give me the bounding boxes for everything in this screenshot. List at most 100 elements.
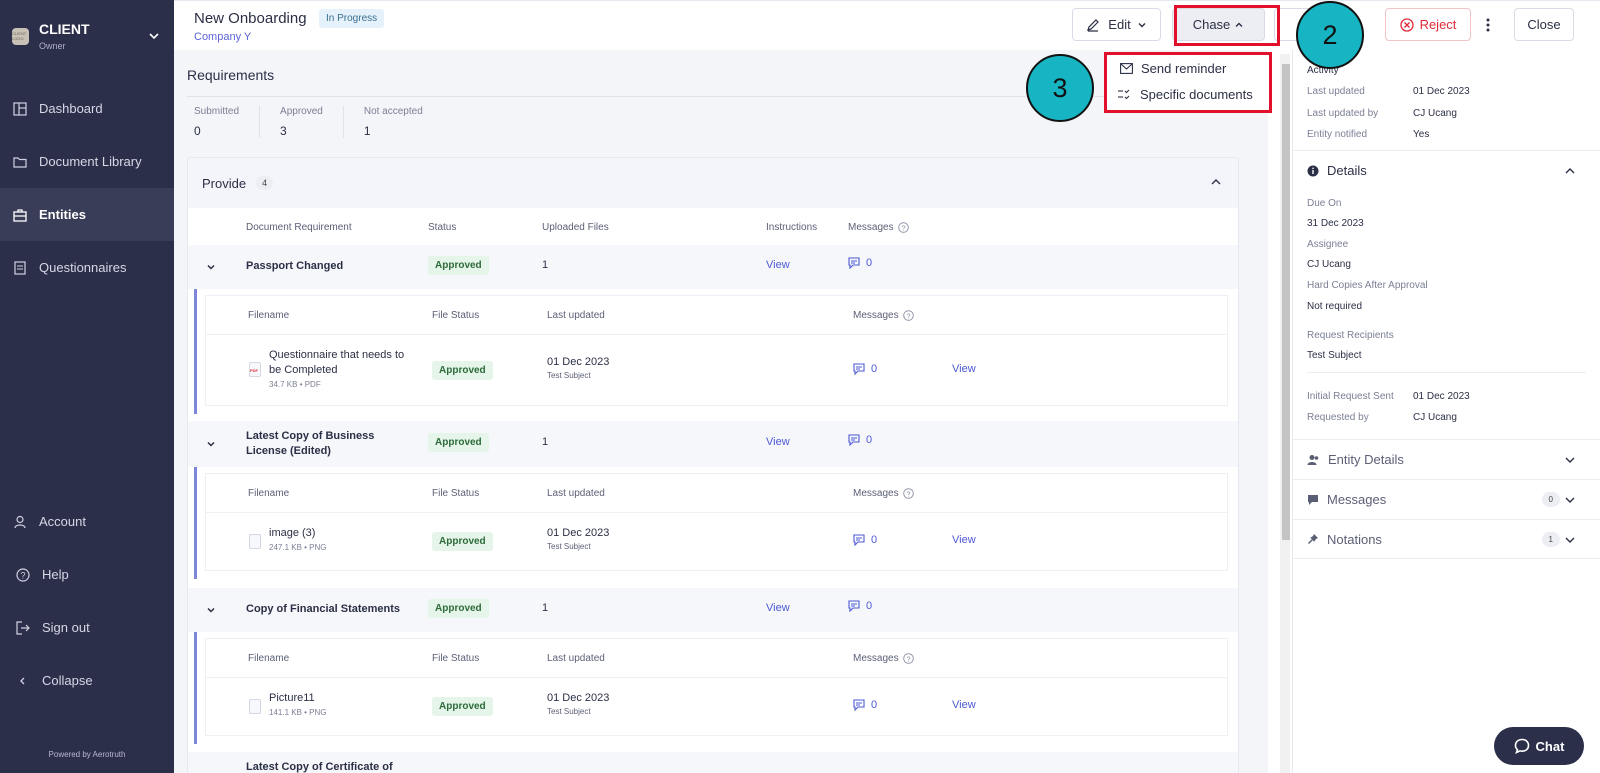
nav-entities[interactable]: Entities (0, 188, 174, 241)
nav-label: Document Library (39, 154, 142, 169)
nav-account[interactable]: Account (0, 495, 174, 548)
file-messages-link[interactable]: 0 (853, 363, 877, 375)
kebab-menu-icon (1486, 18, 1490, 31)
request-label: Requested by (1307, 412, 1369, 423)
file-name[interactable]: Questionnaire that needs to be Completed (269, 348, 409, 378)
status-badge: Approved (428, 599, 489, 618)
scrollbar-thumb[interactable] (1282, 64, 1290, 540)
message-count: 0 (866, 257, 873, 269)
col-filename: Filename (248, 653, 290, 664)
chevron-down-icon (1565, 457, 1575, 463)
sign-out-icon (16, 620, 30, 635)
uploaded-count: 1 (542, 436, 549, 448)
updated-by: Test Subject (547, 542, 591, 551)
divider (206, 677, 1227, 678)
detail-value: Not required (1307, 301, 1363, 312)
request-label: Initial Request Sent (1307, 391, 1394, 402)
nav-dashboard[interactable]: Dashboard (0, 82, 174, 135)
chat-button[interactable]: Chat (1494, 727, 1584, 765)
folder-icon (13, 156, 27, 168)
requirement-row[interactable]: Copy of Financial Statements Approved 1 … (188, 588, 1238, 632)
col-messages: Messages ? (853, 653, 914, 664)
col-instructions: Instructions (766, 222, 818, 233)
messages-count-badge: 0 (1541, 492, 1560, 507)
stat-submitted: Submitted 0 (194, 106, 261, 138)
file-messages-link[interactable]: 0 (853, 534, 877, 546)
chevron-left-icon (20, 677, 25, 684)
file-view-link[interactable]: View (952, 699, 976, 711)
nav-document-library[interactable]: Document Library (0, 135, 174, 188)
file-meta: 141.1 KB • PNG (269, 708, 327, 717)
messages-link[interactable]: 0 (848, 600, 872, 612)
chevron-down-icon[interactable] (206, 439, 216, 449)
messages-link[interactable]: 0 (848, 434, 872, 446)
close-button[interactable]: Close (1514, 8, 1574, 41)
nav-help[interactable]: ? Help (0, 548, 174, 601)
file-status-badge: Approved (432, 697, 493, 716)
file-list: Filename File Status Last updated Messag… (194, 467, 1236, 579)
requirement-row[interactable]: Latest Copy of Business License (Edited)… (188, 421, 1238, 467)
requirements-stats: Submitted 0 Approved 3 Not accepted 1 (194, 106, 463, 138)
chevron-down-icon[interactable] (206, 605, 216, 615)
col-file-status: File Status (432, 653, 480, 664)
briefcase-icon (13, 208, 27, 222)
nav-sign-out[interactable]: Sign out (0, 601, 174, 654)
stat-approved: Approved 3 (280, 106, 344, 138)
nav-label: Questionnaires (39, 260, 127, 275)
requirement-name: Latest Copy of Certificate of (246, 761, 393, 773)
activity-value: 01 Dec 2023 (1413, 86, 1470, 97)
file-name[interactable]: image (3) (269, 526, 409, 541)
requirement-row[interactable]: Latest Copy of Certificate of (188, 752, 1238, 773)
file-table: Filename File Status Last updated Messag… (205, 295, 1228, 406)
chat-icon (1308, 494, 1318, 505)
message-count: 0 (871, 534, 878, 546)
reject-button[interactable]: Reject (1385, 8, 1471, 41)
status-badge: Approved (428, 256, 489, 275)
details-section-header[interactable]: Details (1293, 150, 1600, 190)
highlight-chase-button (1174, 5, 1280, 46)
messages-section[interactable]: Messages 0 (1293, 479, 1600, 519)
file-name[interactable]: Picture11 (269, 691, 409, 706)
chevron-down-icon (149, 33, 159, 40)
scrollbar[interactable] (1280, 54, 1290, 773)
file-view-link[interactable]: View (952, 363, 976, 375)
instructions-view-link[interactable]: View (766, 602, 790, 614)
client-logo: CLIENT LOGO (12, 27, 29, 45)
edit-button[interactable]: Edit (1072, 8, 1161, 41)
chevron-down-icon[interactable] (206, 262, 216, 272)
nav-collapse[interactable]: Collapse (0, 654, 174, 707)
updated-date: 01 Dec 2023 (547, 356, 610, 368)
file-view-link[interactable]: View (952, 534, 976, 546)
company-link[interactable]: Company Y (194, 31, 251, 43)
sidebar: CLIENT LOGO CLIENT Owner Dashboard Docum… (0, 0, 174, 773)
instructions-view-link[interactable]: View (766, 436, 790, 448)
provide-section: Provide 4 Document Requirement Status Up… (187, 157, 1239, 773)
divider (1307, 372, 1586, 373)
more-options-button[interactable] (1476, 8, 1500, 41)
file-info: Picture11 141.1 KB • PNG (269, 691, 409, 717)
notations-section[interactable]: Notations 1 (1293, 519, 1600, 559)
col-filename: Filename (248, 310, 290, 321)
entity-details-section[interactable]: Entity Details (1293, 439, 1600, 479)
nav-questionnaires[interactable]: Questionnaires (0, 241, 174, 294)
org-switcher[interactable]: CLIENT LOGO CLIENT Owner (0, 0, 174, 72)
messages-link[interactable]: 0 (848, 257, 872, 269)
file-messages-link[interactable]: 0 (853, 699, 877, 711)
step-2-marker: 2 (1296, 1, 1364, 69)
requirement-row[interactable]: Passport Changed Approved 1 View 0 (188, 245, 1238, 289)
svg-text:?: ? (901, 225, 905, 232)
help-icon: ? (902, 310, 914, 321)
stat-value: 3 (280, 124, 287, 138)
org-role: Owner (39, 41, 66, 51)
notations-count-badge: 1 (1541, 532, 1560, 547)
col-document-requirement: Document Requirement (246, 222, 352, 233)
instructions-view-link[interactable]: View (766, 259, 790, 271)
nav-label: Dashboard (39, 101, 103, 116)
x-circle-icon (1399, 17, 1414, 32)
updated-date: 01 Dec 2023 (547, 527, 610, 539)
uploaded-count: 1 (542, 602, 549, 614)
provide-section-header[interactable]: Provide 4 (188, 158, 1238, 208)
col-status: Status (428, 222, 457, 233)
file-table: Filename File Status Last updated Messag… (205, 473, 1228, 571)
message-count: 0 (871, 363, 878, 375)
